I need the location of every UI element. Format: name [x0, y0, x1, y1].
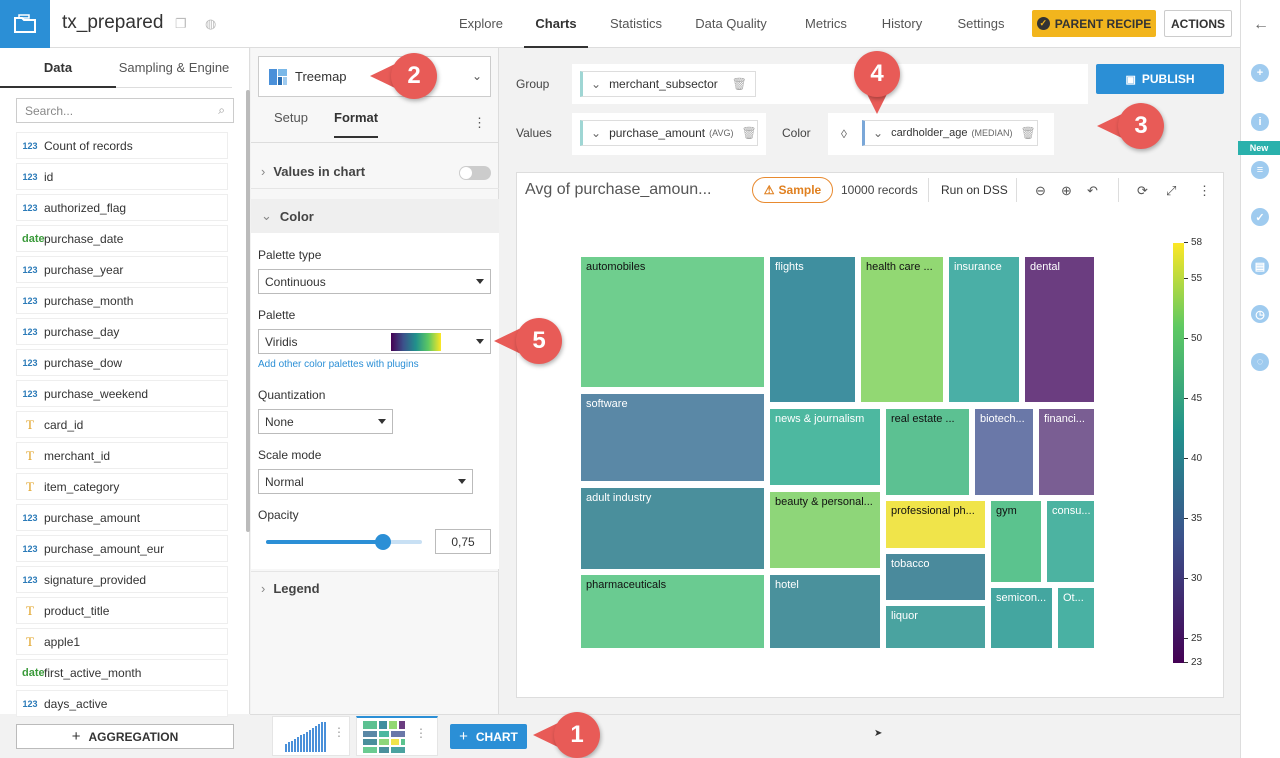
callout-layer [370, 63, 1124, 748]
callout-badge-5: 5 [516, 318, 562, 364]
callout-badge-2: 2 [391, 53, 437, 99]
callout-badge-3: 3 [1118, 103, 1164, 149]
callout-badge-4: 4 [854, 51, 900, 97]
callout-badge-1: 1 [554, 712, 600, 758]
